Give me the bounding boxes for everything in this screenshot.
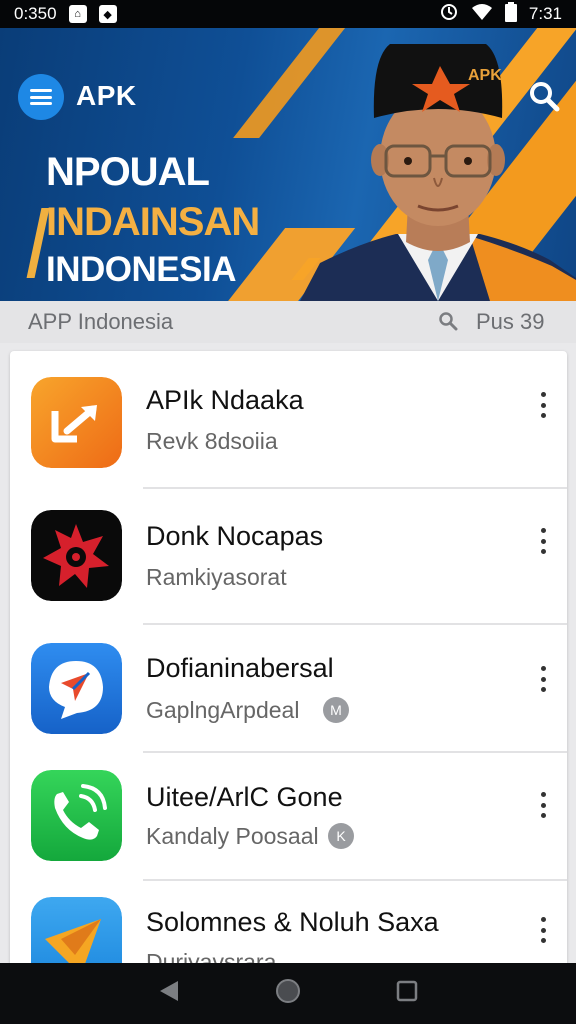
green-phone-icon bbox=[31, 770, 122, 861]
headline-line-1: NPOUAL bbox=[46, 150, 210, 194]
sync-icon bbox=[439, 2, 459, 27]
section-title: APP Indonesia bbox=[28, 309, 174, 334]
status-time-right: 7:31 bbox=[528, 4, 562, 23]
verified-badge-icon: M bbox=[323, 697, 349, 723]
battery-icon bbox=[504, 1, 517, 27]
app-notification-icon: ◆ bbox=[98, 5, 117, 23]
app-list: APIk Ndaaka Revk 8dsoiia Donk Nocapas Ra… bbox=[10, 351, 567, 991]
list-item[interactable]: Dofianinabersal GaplngArpdeal M bbox=[10, 625, 567, 751]
more-options-icon[interactable] bbox=[536, 792, 550, 818]
headline-line-3: INDONESIA bbox=[46, 250, 236, 289]
headline-line-2: INDAINSAN bbox=[46, 200, 260, 244]
hamburger-icon bbox=[30, 89, 52, 105]
wifi-icon bbox=[471, 3, 493, 26]
verified-badge-icon: K bbox=[328, 823, 354, 849]
status-time-left: 0:350 bbox=[14, 4, 57, 23]
header-banner: APK APK NPOUAL INDAINSAN INDONESIA bbox=[0, 28, 576, 301]
app-subtitle: GaplngArpdeal bbox=[146, 697, 300, 723]
list-item[interactable]: APIk Ndaaka Revk 8dsoiia bbox=[10, 351, 567, 487]
app-name: Solomnes & Noluh Saxa bbox=[146, 907, 439, 937]
app-name: APIk Ndaaka bbox=[146, 385, 304, 415]
list-item[interactable]: Uitee/ArlC Gone Kandaly Poosaal K bbox=[10, 753, 567, 879]
search-button[interactable] bbox=[524, 76, 564, 116]
orange-arrow-icon bbox=[31, 377, 122, 468]
search-icon bbox=[530, 82, 560, 112]
list-item[interactable]: Donk Nocapas Ramkiyasorat bbox=[10, 489, 567, 623]
app-subtitle: Revk 8dsoiia bbox=[146, 428, 278, 454]
app-name: Donk Nocapas bbox=[146, 521, 324, 551]
app-name: Uitee/ArlC Gone bbox=[146, 782, 343, 812]
navigation-bar bbox=[0, 963, 576, 1024]
menu-button[interactable] bbox=[18, 74, 64, 120]
portrait-image: APK bbox=[300, 44, 576, 301]
section-search-icon[interactable] bbox=[438, 311, 458, 336]
back-icon[interactable] bbox=[158, 979, 180, 1008]
red-star-icon bbox=[31, 510, 122, 601]
hat-logo-text: APK bbox=[468, 67, 502, 84]
app-title: APK bbox=[76, 80, 137, 111]
status-bar: 0:350 ⌂ ◆ 7:31 bbox=[0, 0, 576, 28]
app-subtitle: Kandaly Poosaal bbox=[146, 823, 319, 849]
app-subtitle: Ramkiyasorat bbox=[146, 564, 287, 590]
blue-chat-icon bbox=[31, 643, 122, 734]
recents-icon[interactable] bbox=[396, 980, 418, 1007]
section-count: Pus 39 bbox=[476, 309, 545, 334]
more-options-icon[interactable] bbox=[536, 392, 550, 418]
home-notification-icon: ⌂ bbox=[68, 5, 87, 23]
more-options-icon[interactable] bbox=[536, 528, 550, 554]
app-name: Dofianinabersal bbox=[146, 653, 334, 683]
section-header: APP Indonesia Pus 39 bbox=[0, 301, 576, 343]
more-options-icon[interactable] bbox=[536, 666, 550, 692]
home-icon[interactable] bbox=[275, 978, 301, 1009]
more-options-icon[interactable] bbox=[536, 917, 550, 943]
